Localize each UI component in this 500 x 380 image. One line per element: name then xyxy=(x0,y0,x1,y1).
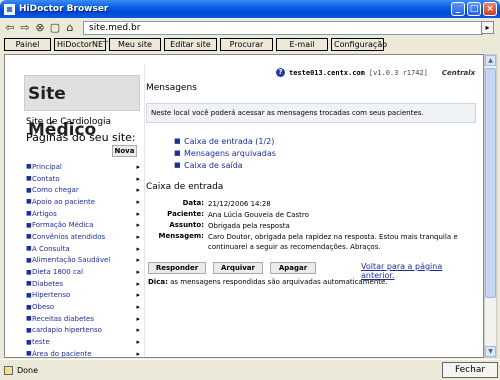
tab-email[interactable]: E-mail xyxy=(276,38,328,51)
user-header: ? teste013.centx.com [v1.0.3 r1742] Cent… xyxy=(276,68,475,77)
sidebar-item[interactable]: ■ Principal ▸ xyxy=(26,161,144,173)
chevron-right-icon: ▸ xyxy=(136,232,140,241)
title-bar: HiDoctor Browser _ □ × xyxy=(0,0,500,18)
version-label: [v1.0.3 r1742] xyxy=(368,68,428,77)
message-folders: ■ Caixa de entrada (1/2) ■ Mensagens arqui… xyxy=(174,135,276,171)
minimize-button[interactable]: _ xyxy=(451,2,465,16)
stop-icon[interactable]: ⊗ xyxy=(34,22,46,34)
site-subtitle: Site de Cardiologia xyxy=(26,117,112,127)
subject-value: Obrigada pela resposta xyxy=(208,222,290,230)
info-box: Neste local você poderá acessar as mensa… xyxy=(146,103,476,123)
close-button[interactable]: Fechar xyxy=(442,362,498,378)
window-title: HiDoctor Browser xyxy=(19,4,109,14)
chevron-right-icon: ▸ xyxy=(136,162,140,171)
brand-logo: Centralx xyxy=(441,68,476,77)
sidebar-item[interactable]: ■ cardapio hipertenso ▸ xyxy=(26,325,144,337)
scroll-down-icon[interactable]: ▼ xyxy=(485,346,496,357)
subject-label: Assunto: xyxy=(169,221,204,229)
sidebar-item[interactable]: ■ Convênios atendidos ▸ xyxy=(26,231,144,243)
chevron-right-icon: ▸ xyxy=(136,197,140,206)
sidebar: Site Médico Site de Cardiologia Páginas … xyxy=(20,65,145,358)
sidebar-item[interactable]: ■ Hipertenso ▸ xyxy=(26,290,144,302)
main-panel: ? teste013.centx.com [v1.0.3 r1742] Cent… xyxy=(146,65,478,357)
chevron-right-icon: ▸ xyxy=(136,209,140,218)
new-page-button[interactable]: Nova xyxy=(112,145,137,157)
archive-button[interactable]: Arquivar xyxy=(213,262,263,274)
back-icon[interactable]: ⇦ xyxy=(4,22,16,34)
sidebar-item[interactable]: ■ Diabetes ▸ xyxy=(26,278,144,290)
help-icon[interactable]: ? xyxy=(276,68,285,77)
page-content: Site Médico Site de Cardiologia Páginas … xyxy=(4,54,484,358)
status-text: Done xyxy=(17,365,39,375)
chevron-right-icon: ▸ xyxy=(136,279,140,288)
go-icon[interactable]: ▸ xyxy=(481,21,494,34)
tab-meu-site[interactable]: Meu site xyxy=(109,38,161,51)
scroll-thumb[interactable] xyxy=(485,68,496,298)
reply-button[interactable]: Responder xyxy=(148,262,206,274)
sidebar-item[interactable]: ■ Artigos ▸ xyxy=(26,208,144,220)
chevron-right-icon: ▸ xyxy=(136,338,140,347)
refresh-icon[interactable]: ▢ xyxy=(49,22,61,34)
tab-painel[interactable]: Painel xyxy=(4,38,51,51)
page-title: Mensagens xyxy=(146,83,197,93)
chevron-right-icon: ▸ xyxy=(136,256,140,265)
message-details: Data: 21/12/2006 14:28 Paciente: Ana Lúcia… xyxy=(146,199,478,252)
site-logo: Site Médico xyxy=(24,75,140,140)
app-icon xyxy=(4,3,15,15)
user-account: teste013.centx.com xyxy=(289,68,365,77)
date-value: 21/12/2006 14:28 xyxy=(208,200,271,208)
nav-tabs: Painel HiDoctorNET Meu site Editar site … xyxy=(4,38,387,51)
chevron-right-icon: ▸ xyxy=(136,268,140,277)
sidebar-item[interactable]: ■ Receitas diabetes ▸ xyxy=(26,313,144,325)
chevron-right-icon: ▸ xyxy=(136,174,140,183)
sidebar-item[interactable]: ■ Contato ▸ xyxy=(26,173,144,185)
patient-label: Paciente: xyxy=(167,210,204,218)
status-bar: Done Fechar xyxy=(0,359,500,380)
sidebar-item[interactable]: ■ Alimentação Saudável ▸ xyxy=(26,255,144,267)
chevron-right-icon: ▸ xyxy=(136,291,140,300)
chevron-right-icon: ▸ xyxy=(136,221,140,230)
sidebar-item[interactable]: ■ teste ▸ xyxy=(26,336,144,348)
browser-toolbar: ⇦ ⇨ ⊗ ▢ ⌂ site.med.br ▸ xyxy=(4,20,496,36)
link-archived[interactable]: ■ Mensagens arquivadas xyxy=(174,147,276,159)
chevron-right-icon: ▸ xyxy=(136,314,140,323)
chevron-right-icon: ▸ xyxy=(136,244,140,253)
sidebar-item[interactable]: ■ A Consulta ▸ xyxy=(26,243,144,255)
sidebar-item[interactable]: ■ Formação Médica ▸ xyxy=(26,219,144,231)
scroll-up-icon[interactable]: ▲ xyxy=(485,55,496,66)
forward-icon[interactable]: ⇨ xyxy=(19,22,31,34)
delete-button[interactable]: Apagar xyxy=(270,262,316,274)
link-outbox[interactable]: ■ Caixa de saída xyxy=(174,159,276,171)
link-inbox[interactable]: ■ Caixa de entrada (1/2) xyxy=(174,135,276,147)
tab-editar-site[interactable]: Editar site xyxy=(164,38,217,51)
home-icon[interactable]: ⌂ xyxy=(64,22,76,34)
sidebar-item[interactable]: ■ Apoio ao paciente ▸ xyxy=(26,196,144,208)
message-label: Mensagem: xyxy=(158,232,204,240)
tab-hidoctornet[interactable]: HiDoctorNET xyxy=(54,38,108,51)
chevron-right-icon: ▸ xyxy=(136,326,140,335)
action-buttons: Responder Arquivar Apagar xyxy=(148,262,316,274)
message-body: Caro Doutor, obrigada pela rapidez na re… xyxy=(208,233,458,251)
chevron-right-icon: ▸ xyxy=(136,186,140,195)
chevron-right-icon: ▸ xyxy=(136,349,140,358)
tab-configuracao[interactable]: Configuração xyxy=(331,38,387,51)
vertical-scrollbar[interactable]: ▲ ▼ xyxy=(484,54,497,358)
date-label: Data: xyxy=(182,199,204,207)
close-window-button[interactable]: × xyxy=(483,2,497,16)
page-list: ■ Principal ▸ ■ Contato ▸ ■ Como chegar ▸ ■ Apo… xyxy=(26,161,144,358)
inbox-heading: Caixa de entrada xyxy=(146,182,224,192)
sidebar-item[interactable]: ■ Como chegar ▸ xyxy=(26,184,144,196)
page-icon xyxy=(4,365,13,375)
maximize-button[interactable]: □ xyxy=(467,2,481,16)
pages-heading: Páginas do seu site: xyxy=(26,131,136,144)
chevron-right-icon: ▸ xyxy=(136,303,140,312)
patient-value: Ana Lúcia Gouveia de Castro xyxy=(208,211,309,219)
sidebar-item[interactable]: ■ Dieta 1800 cal ▸ xyxy=(26,266,144,278)
tab-procurar[interactable]: Procurar xyxy=(220,38,273,51)
address-bar[interactable]: site.med.br xyxy=(83,21,483,35)
tip-text: Dica: as mensagens respondidas são arqui… xyxy=(148,278,388,286)
sidebar-item[interactable]: ■ Área do paciente ▸ xyxy=(26,348,144,358)
sidebar-item[interactable]: ■ Obeso ▸ xyxy=(26,301,144,313)
